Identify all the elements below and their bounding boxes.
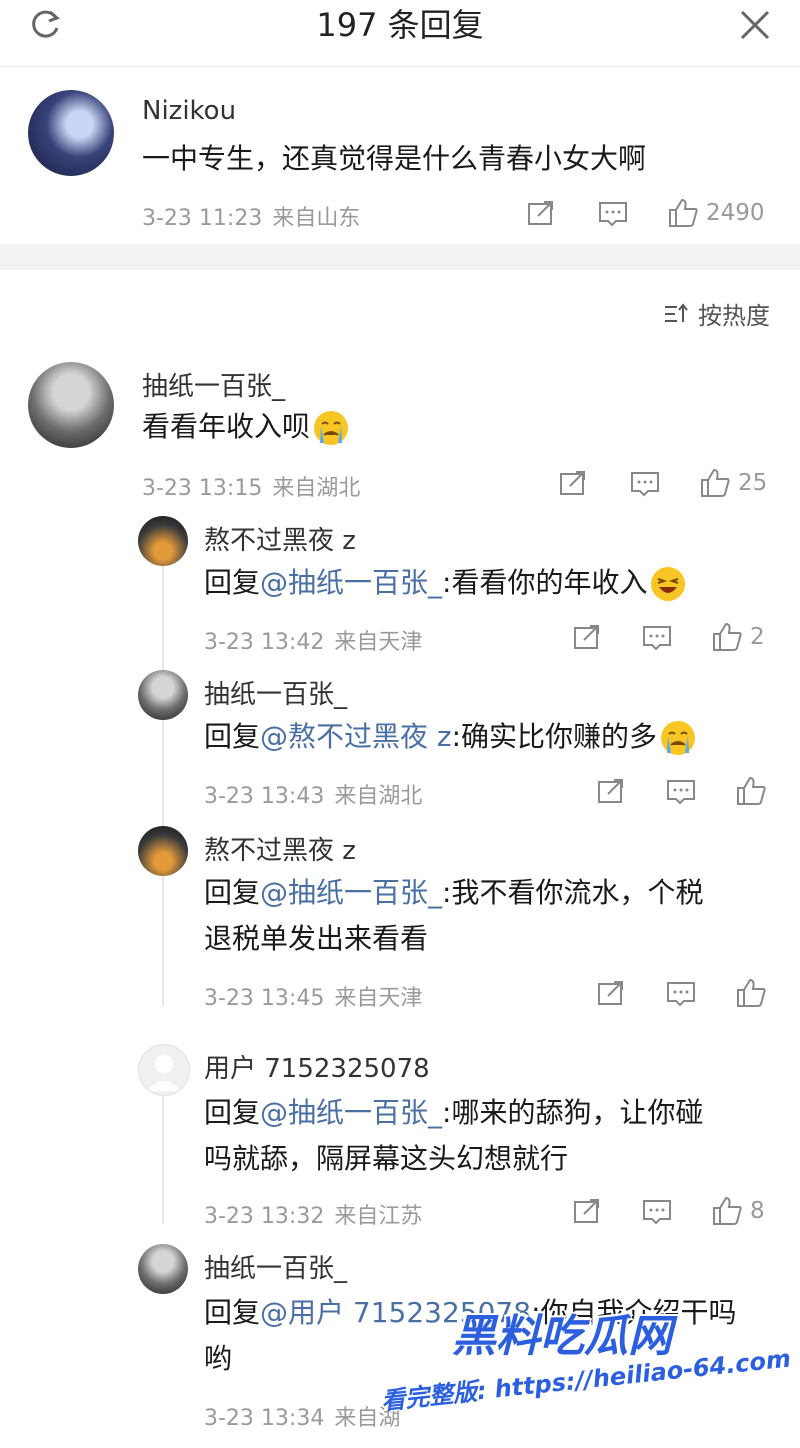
avatar[interactable]	[138, 1044, 190, 1096]
username[interactable]: 用户 7152325078	[204, 1048, 430, 1085]
like-icon[interactable]	[734, 774, 768, 808]
like-count: 2	[750, 624, 765, 650]
comment-icon[interactable]	[628, 466, 662, 500]
like-count: 2490	[706, 200, 765, 226]
mention-link[interactable]: @抽纸一百张_	[260, 1096, 442, 1129]
comment-icon[interactable]	[596, 196, 630, 230]
watermark-url: 看完整版: https://heiliao-64.com	[380, 1344, 793, 1416]
location: 来自天津	[334, 986, 423, 1011]
timestamp: 3-23 13:15	[142, 476, 263, 501]
close-icon[interactable]	[736, 6, 774, 44]
comment-icon[interactable]	[664, 976, 698, 1010]
like-count: 25	[738, 470, 768, 496]
username[interactable]: 熬不过黑夜 z	[204, 830, 356, 867]
avatar[interactable]	[138, 1244, 188, 1294]
reply-text: 回复@抽纸一百张_:哪来的舔狗，让你碰	[204, 1096, 704, 1129]
crying-emoji-icon	[659, 719, 697, 757]
timestamp: 3-23 13:43	[204, 784, 325, 809]
sort-label: 按热度	[698, 302, 770, 330]
timestamp: 3-23 13:32	[204, 1204, 325, 1229]
timestamp: 3-23 11:23	[142, 206, 263, 231]
share-icon[interactable]	[570, 1194, 604, 1228]
comment-icon[interactable]	[640, 1194, 674, 1228]
like-count: 8	[750, 1198, 765, 1224]
reply-meta: 3-23 13:42 来自天津	[204, 624, 422, 656]
mention-link[interactable]: @用户 7152325078	[260, 1296, 531, 1329]
reply-text-line-2: 吗就舔，隔屏幕这头幻想就行	[204, 1142, 569, 1175]
like-icon[interactable]	[710, 1194, 744, 1228]
like-icon[interactable]	[698, 466, 732, 500]
reply-meta: 3-23 13:45 来自天津	[204, 980, 422, 1012]
avatar[interactable]	[138, 516, 188, 566]
comment-text: 看看年收入呗	[142, 404, 350, 450]
reply-text: 回复@熬不过黑夜 z:确实比你赚的多	[204, 714, 697, 760]
share-icon[interactable]	[524, 196, 558, 230]
sort-toggle[interactable]: 按热度	[662, 296, 770, 331]
location: 来自天津	[334, 630, 423, 655]
share-icon[interactable]	[594, 774, 628, 808]
comment-meta: 3-23 11:23 来自山东	[142, 200, 360, 232]
reply-meta: 3-23 13:32 来自江苏	[204, 1198, 422, 1230]
reply-meta: 3-23 13:43 来自湖北	[204, 778, 422, 810]
share-icon[interactable]	[570, 620, 604, 654]
like-icon[interactable]	[666, 196, 700, 230]
username[interactable]: 抽纸一百张_	[204, 674, 347, 711]
sort-icon	[665, 302, 688, 322]
action-bar	[594, 774, 768, 808]
avatar[interactable]	[138, 826, 188, 876]
username[interactable]: Nizikou	[142, 96, 236, 126]
avatar[interactable]	[28, 362, 114, 448]
action-bar: 8	[570, 1194, 765, 1228]
location: 来自湖北	[272, 476, 361, 501]
comment-text: 一中专生，还真觉得是什么青春小女大啊	[142, 142, 647, 175]
username[interactable]: 熬不过黑夜 z	[204, 520, 356, 557]
location: 来自山东	[272, 206, 361, 231]
section-divider	[0, 244, 800, 270]
share-icon[interactable]	[556, 466, 590, 500]
timestamp: 3-23 13:42	[204, 630, 325, 655]
reply-text-line-2: 退税单发出来看看	[204, 922, 429, 955]
reply-text: 回复@抽纸一百张_:我不看你流水，个税	[204, 876, 704, 909]
mention-link[interactable]: @抽纸一百张_	[260, 876, 442, 909]
location: 来自湖	[334, 1406, 401, 1431]
action-bar: 2490	[524, 196, 765, 230]
action-bar: 2	[570, 620, 765, 654]
avatar[interactable]	[138, 670, 188, 720]
action-bar	[594, 976, 768, 1010]
mention-link[interactable]: @抽纸一百张_	[260, 566, 442, 599]
default-user-icon	[147, 1055, 181, 1091]
mention-link[interactable]: @熬不过黑夜 z	[260, 720, 452, 753]
comment-meta: 3-23 13:15 来自湖北	[142, 470, 360, 502]
username[interactable]: 抽纸一百张_	[204, 1248, 347, 1285]
reply-text: 回复@抽纸一百张_:看看你的年收入	[204, 560, 687, 606]
like-icon[interactable]	[710, 620, 744, 654]
timestamp: 3-23 13:34	[204, 1406, 325, 1431]
crying-emoji-icon	[312, 409, 350, 447]
top-bar: 197 条回复	[0, 0, 800, 67]
username[interactable]: 抽纸一百张_	[142, 366, 285, 403]
comment-icon[interactable]	[640, 620, 674, 654]
share-icon[interactable]	[594, 976, 628, 1010]
thread-line	[162, 566, 164, 1006]
timestamp: 3-23 13:45	[204, 986, 325, 1011]
reply-text: 回复@用户 7152325078:你自我介绍干吗	[204, 1296, 737, 1329]
avatar[interactable]	[28, 90, 114, 176]
action-bar: 25	[556, 466, 767, 500]
location: 来自湖北	[334, 784, 423, 809]
location: 来自江苏	[334, 1204, 423, 1229]
thread-line	[162, 1094, 164, 1224]
comment-icon[interactable]	[664, 774, 698, 808]
reply-text-line-2: 哟	[204, 1342, 233, 1375]
page-title: 197 条回复	[316, 6, 484, 44]
reply-meta: 3-23 13:34 来自湖	[204, 1400, 400, 1432]
like-icon[interactable]	[734, 976, 768, 1010]
laughing-emoji-icon	[649, 565, 687, 603]
